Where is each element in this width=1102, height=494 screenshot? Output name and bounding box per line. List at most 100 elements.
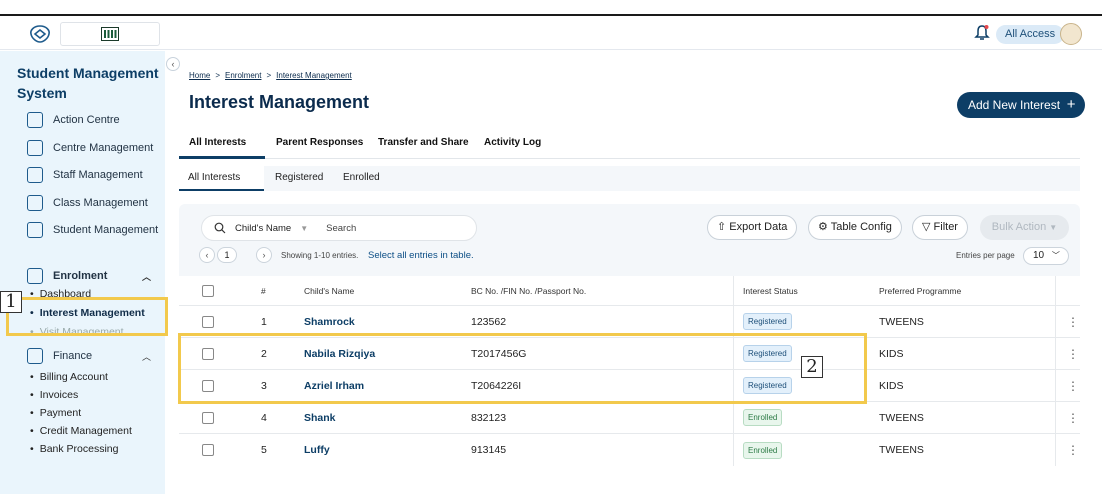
building-icon xyxy=(27,140,43,156)
preferred-programme: TWEENS xyxy=(879,444,924,456)
main-tabs: All Interests Parent Responses Transfer … xyxy=(179,129,1080,159)
add-button-label: Add New Interest xyxy=(968,98,1061,112)
row-checkbox[interactable] xyxy=(202,411,214,424)
column-divider xyxy=(1055,434,1056,466)
header-interest-status[interactable]: Interest Status xyxy=(743,276,798,305)
header-child-name[interactable]: Child's Name xyxy=(304,276,354,305)
row-more-icon[interactable]: ⋮ xyxy=(1067,402,1079,433)
annotation-highlight-1 xyxy=(6,297,168,336)
page-number-input[interactable]: 1 xyxy=(217,247,237,263)
sidebar: Student Management System Action Centre … xyxy=(0,51,165,494)
subtab-registered[interactable]: Registered xyxy=(275,172,323,183)
sidebar-subitem-credit-management[interactable]: Credit Management xyxy=(30,423,132,440)
add-new-interest-button[interactable]: Add New Interest + xyxy=(957,92,1086,118)
id-no: 832123 xyxy=(471,411,507,424)
search-field-select[interactable]: Child's Name xyxy=(235,223,291,234)
tab-activity-log[interactable]: Activity Log xyxy=(484,137,541,148)
preferred-programme: KIDS xyxy=(879,347,904,360)
logo-icon[interactable] xyxy=(28,24,52,44)
id-no: 913145 xyxy=(471,444,507,456)
entries-per-page-select[interactable]: 10 ﹀ xyxy=(1023,247,1069,265)
status-badge: Registered xyxy=(743,313,792,330)
finance-icon xyxy=(27,348,43,364)
preferred-programme: TWEENS xyxy=(879,411,924,424)
row-more-icon[interactable]: ⋮ xyxy=(1067,338,1079,369)
breadcrumb: Home > Enrolment > Interest Management xyxy=(189,71,352,80)
breadcrumb-separator: > xyxy=(266,71,272,80)
export-data-button[interactable]: ⇧ Export Data xyxy=(707,215,798,240)
bulk-action-button[interactable]: Bulk Action ▼ xyxy=(980,215,1069,240)
header-preferred-programme[interactable]: Preferred Programme xyxy=(879,276,961,305)
tab-parent-responses[interactable]: Parent Responses xyxy=(276,137,363,148)
breadcrumb-enrolment[interactable]: Enrolment xyxy=(225,71,261,80)
table-row[interactable]: 5 Luffy 913145 Enrolled TWEENS ⋮ xyxy=(179,434,1080,466)
caret-down-icon: ▼ xyxy=(300,223,309,233)
column-divider xyxy=(1055,402,1056,433)
sidebar-item-label: Staff Management xyxy=(53,169,143,181)
row-more-icon[interactable]: ⋮ xyxy=(1067,370,1079,401)
people-icon xyxy=(27,167,43,183)
table-config-button[interactable]: ⚙ Table Config xyxy=(808,215,902,240)
sidebar-item-class-management[interactable]: Class Management xyxy=(0,190,165,216)
breadcrumb-current[interactable]: Interest Management xyxy=(276,71,352,80)
brand-logo-icon xyxy=(101,27,119,41)
annotation-label-1: 1 xyxy=(0,291,22,313)
brand-logo[interactable] xyxy=(60,22,160,46)
child-name-link[interactable]: Luffy xyxy=(304,434,330,466)
sidebar-item-label: Class Management xyxy=(53,197,148,209)
table-toolbar: Child's Name ▼ Search ⇧ Export Data ⚙ Ta… xyxy=(179,204,1080,276)
sidebar-subitem-billing-account[interactable]: Billing Account xyxy=(30,369,108,386)
bulk-action-label: Bulk Action xyxy=(991,221,1047,233)
sidebar-subitem-invoices[interactable]: Invoices xyxy=(30,387,79,404)
prev-page-button[interactable]: ‹ xyxy=(199,247,215,263)
classroom-icon xyxy=(27,195,43,211)
table-row[interactable]: 4 Shank 832123 Enrolled TWEENS ⋮ xyxy=(179,402,1080,434)
annotation-highlight-2 xyxy=(178,333,867,404)
sidebar-item-label: Student Management xyxy=(53,224,159,236)
sidebar-item-staff-management[interactable]: Staff Management xyxy=(0,162,165,188)
sidebar-item-finance[interactable]: Finance ︿ xyxy=(0,343,165,369)
search-input[interactable]: Search xyxy=(326,223,356,234)
sidebar-item-centre-management[interactable]: Centre Management xyxy=(0,135,165,161)
row-checkbox[interactable] xyxy=(202,315,214,328)
collapse-sidebar-button[interactable]: ‹ xyxy=(166,57,180,71)
filter-button[interactable]: ▽ Filter xyxy=(912,215,968,240)
table-header-row: # Child's Name BC No. /FIN No. /Passport… xyxy=(179,276,1080,306)
column-divider xyxy=(733,276,734,305)
sidebar-item-action-centre[interactable]: Action Centre xyxy=(0,107,165,133)
search-icon xyxy=(214,222,226,234)
bell-icon[interactable] xyxy=(974,24,990,42)
column-divider xyxy=(733,434,734,466)
entries-count: Showing 1-10 entries. xyxy=(281,251,359,260)
row-more-icon[interactable]: ⋮ xyxy=(1067,434,1079,466)
column-divider xyxy=(733,402,734,433)
access-level-pill[interactable]: All Access xyxy=(996,25,1065,44)
sidebar-item-student-management[interactable]: Student Management xyxy=(0,217,165,243)
row-checkbox[interactable] xyxy=(202,444,214,456)
entries-per-page-label: Entries per page xyxy=(956,251,1015,260)
tab-all-interests[interactable]: All Interests xyxy=(189,137,246,148)
column-divider xyxy=(1055,276,1056,305)
sidebar-subitem-payment[interactable]: Payment xyxy=(30,405,81,422)
next-page-button[interactable]: › xyxy=(256,247,272,263)
active-tab-indicator xyxy=(179,156,265,159)
breadcrumb-home[interactable]: Home xyxy=(189,71,210,80)
preferred-programme: TWEENS xyxy=(879,315,924,328)
sidebar-subitem-bank-processing[interactable]: Bank Processing xyxy=(30,441,119,458)
user-avatar[interactable] xyxy=(1060,23,1082,45)
subtab-enrolled[interactable]: Enrolled xyxy=(343,172,380,183)
row-more-icon[interactable]: ⋮ xyxy=(1067,306,1079,337)
tab-transfer-and-share[interactable]: Transfer and Share xyxy=(378,137,469,148)
filter-icon: ▽ xyxy=(922,221,931,233)
select-all-link[interactable]: Select all entries in table. xyxy=(368,250,474,261)
annotation-label-2: 2 xyxy=(801,356,823,378)
child-name-link[interactable]: Shank xyxy=(304,402,336,433)
search-bar[interactable]: Child's Name ▼ Search xyxy=(201,215,477,241)
header-id-no[interactable]: BC No. /FIN No. /Passport No. xyxy=(471,276,586,305)
select-all-checkbox[interactable] xyxy=(202,284,214,297)
subtab-all-interests[interactable]: All Interests xyxy=(188,172,240,183)
system-title: Student Management System xyxy=(17,65,159,101)
sidebar-item-label: Centre Management xyxy=(53,142,154,154)
page-title: Interest Management xyxy=(189,92,370,112)
filter-label: Filter xyxy=(933,221,958,233)
